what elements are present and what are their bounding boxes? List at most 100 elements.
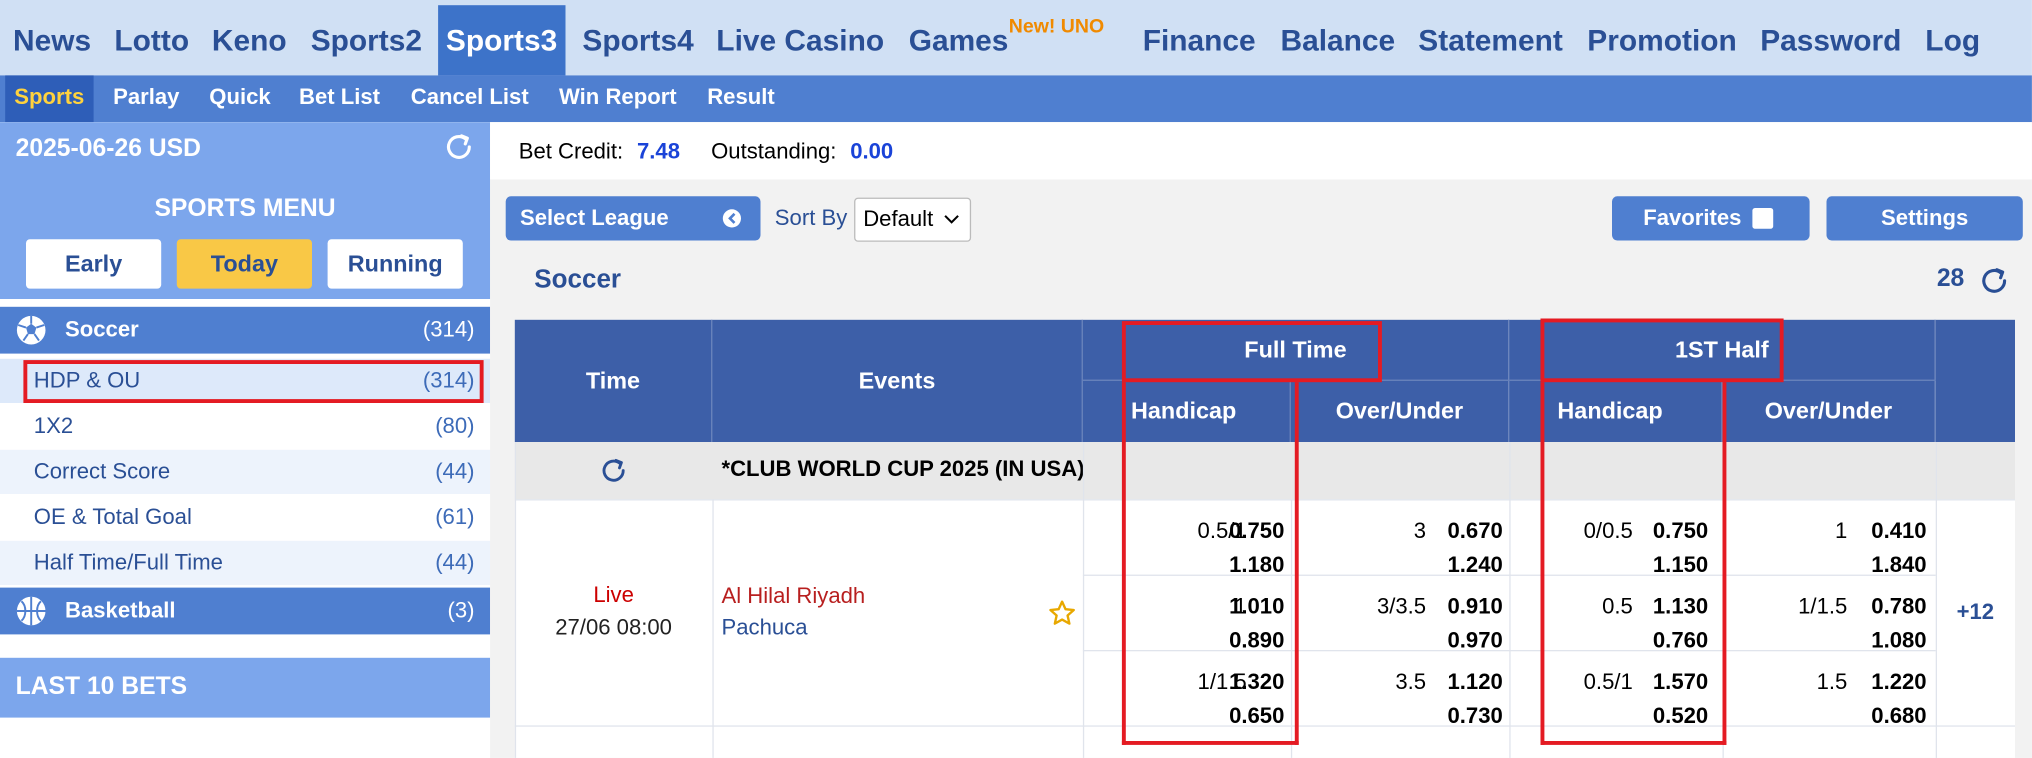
h1-ou-over-odds[interactable]: 1.220 <box>1871 670 1926 696</box>
ft-ou-under-odds[interactable]: 1.240 <box>1447 553 1502 579</box>
highlight-box-ft-handicap <box>1121 382 1299 745</box>
bet-credit-label: Bet Credit: <box>518 139 624 164</box>
home-team[interactable]: Al Hilal Riyadh <box>722 584 866 610</box>
sport-basketball[interactable]: Basketball (3) <box>0 587 491 635</box>
subnav-sports[interactable]: Sports <box>5 75 94 123</box>
nav-balance[interactable]: Balance <box>1270 5 1405 75</box>
settings-button[interactable]: Settings <box>1826 196 2023 241</box>
market-label: Correct Score <box>33 458 171 484</box>
outstanding-value: 0.00 <box>850 139 894 164</box>
basketball-icon <box>16 596 46 626</box>
today-button[interactable]: Today <box>176 239 312 289</box>
nav-finance[interactable]: Finance <box>1132 5 1266 75</box>
league-selector-icon <box>722 209 741 228</box>
star-icon[interactable] <box>1048 599 1077 628</box>
nav-log[interactable]: Log <box>1915 5 1991 75</box>
subnav-parlay[interactable]: Parlay <box>104 75 189 122</box>
nav-password[interactable]: Password <box>1750 5 1912 75</box>
market-1x2[interactable]: 1X2 (80) <box>0 404 490 448</box>
grid-line <box>712 499 714 758</box>
ft-ou-over-odds[interactable]: 0.670 <box>1447 519 1502 545</box>
grid-line <box>1509 441 1511 758</box>
nav-statement[interactable]: Statement <box>1408 5 1573 75</box>
h1-ou-line: 1/1.5 <box>1798 594 1848 619</box>
favorites-checkbox[interactable] <box>1752 208 1774 229</box>
sub-nav: Sports Parlay Quick Bet List Cancel List… <box>0 75 2032 123</box>
nav-sports2[interactable]: Sports2 <box>300 5 432 75</box>
header-1h-over-under: Over/Under <box>1722 380 1936 442</box>
nav-games[interactable]: Games <box>898 5 1019 75</box>
nav-promotion[interactable]: Promotion <box>1577 5 1747 75</box>
subnav-quick[interactable]: Quick <box>200 75 280 122</box>
sport-soccer-label: Soccer <box>65 317 139 342</box>
subnav-bet-list[interactable]: Bet List <box>290 75 389 122</box>
select-league-label: Select League <box>520 205 669 231</box>
highlight-box-1h-handicap <box>1540 382 1727 745</box>
away-team[interactable]: Pachuca <box>722 615 808 641</box>
h1-ou-under-odds[interactable]: 1.080 <box>1871 628 1926 654</box>
ft-ou-line: 3 <box>1413 518 1427 544</box>
h1-ou-under-odds[interactable]: 1.840 <box>1871 553 1926 579</box>
sport-soccer[interactable]: Soccer (314) <box>0 306 491 354</box>
highlight-box-full-time <box>1121 321 1382 383</box>
sort-by-label: Sort By <box>774 205 848 231</box>
grid-line <box>1082 441 1085 758</box>
top-nav: News Lotto Keno Sports2 Sports3 Sports4 … <box>0 0 2032 76</box>
nav-news[interactable]: News <box>3 5 102 75</box>
market-count: (44) <box>435 549 475 575</box>
ft-ou-over-odds[interactable]: 1.120 <box>1447 670 1502 696</box>
match-status: Live <box>593 582 634 608</box>
highlight-box-first-half <box>1540 318 1784 383</box>
subnav-result[interactable]: Result <box>698 75 784 122</box>
nav-live-casino[interactable]: Live Casino <box>706 5 895 75</box>
subnav-cancel-list[interactable]: Cancel List <box>402 75 538 122</box>
subnav-win-report[interactable]: Win Report <box>550 75 686 122</box>
market-correct-score[interactable]: Correct Score (44) <box>0 449 491 494</box>
market-label: OE & Total Goal <box>33 504 192 530</box>
nav-sports4[interactable]: Sports4 <box>572 5 704 75</box>
sidebar: 2025-06-26 USD SPORTS MENU Early Today R… <box>0 122 491 758</box>
running-button[interactable]: Running <box>327 239 463 289</box>
refresh-icon[interactable] <box>442 130 476 164</box>
ft-ou-line: 3/3.5 <box>1376 594 1427 619</box>
games-new-badge: New! UNO <box>1008 15 1105 38</box>
sport-basketball-label: Basketball <box>65 598 176 623</box>
credit-bar: Bet Credit: 7.48 Outstanding: 0.00 <box>490 122 2032 180</box>
sort-select-value: Default <box>863 206 934 232</box>
match-count: 28 <box>1936 265 1965 293</box>
market-oe-total-goal[interactable]: OE & Total Goal (61) <box>0 495 490 539</box>
more-markets-link[interactable]: +12 <box>1936 599 2015 625</box>
sort-select[interactable]: Default <box>854 197 972 242</box>
sidebar-header: 2025-06-26 USD SPORTS MENU Early Today R… <box>0 122 491 299</box>
h1-ou-over-odds[interactable]: 0.780 <box>1871 594 1926 620</box>
h1-ou-over-odds[interactable]: 0.410 <box>1871 519 1926 545</box>
market-label: 1X2 <box>33 413 74 439</box>
refresh-icon[interactable] <box>1977 264 2011 298</box>
favorites-button[interactable]: Favorites <box>1612 196 1810 241</box>
refresh-icon[interactable] <box>598 455 629 486</box>
date-currency: 2025-06-26 USD <box>15 135 201 163</box>
header-ft-over-under: Over/Under <box>1290 380 1510 442</box>
league-name[interactable]: *CLUB WORLD CUP 2025 (IN USA) <box>722 456 1085 482</box>
soccer-ball-icon <box>16 315 46 345</box>
nav-sports3[interactable]: Sports3 <box>438 5 566 76</box>
last-bets-header[interactable]: LAST 10 BETS <box>0 657 491 718</box>
sports-menu-title: SPORTS MENU <box>154 195 336 223</box>
select-league-button[interactable]: Select League <box>505 196 761 241</box>
early-button[interactable]: Early <box>26 239 162 289</box>
sport-basketball-count: (3) <box>447 598 475 623</box>
market-label: Half Time/Full Time <box>33 549 223 575</box>
ft-ou-under-odds[interactable]: 0.970 <box>1447 628 1502 654</box>
chevron-down-icon <box>944 215 959 224</box>
market-half-time-full-time[interactable]: Half Time/Full Time (44) <box>0 540 491 585</box>
ft-ou-under-odds[interactable]: 0.730 <box>1447 703 1502 729</box>
h1-ou-under-odds[interactable]: 0.680 <box>1871 703 1926 729</box>
market-count: (44) <box>435 458 475 484</box>
nav-keno[interactable]: Keno <box>202 5 298 75</box>
h1-ou-line: 1.5 <box>1816 669 1848 695</box>
sport-soccer-count: (314) <box>422 317 475 342</box>
market-count: (61) <box>435 504 475 530</box>
market-count: (80) <box>435 413 475 439</box>
ft-ou-over-odds[interactable]: 0.910 <box>1447 594 1502 620</box>
nav-lotto[interactable]: Lotto <box>104 5 200 75</box>
